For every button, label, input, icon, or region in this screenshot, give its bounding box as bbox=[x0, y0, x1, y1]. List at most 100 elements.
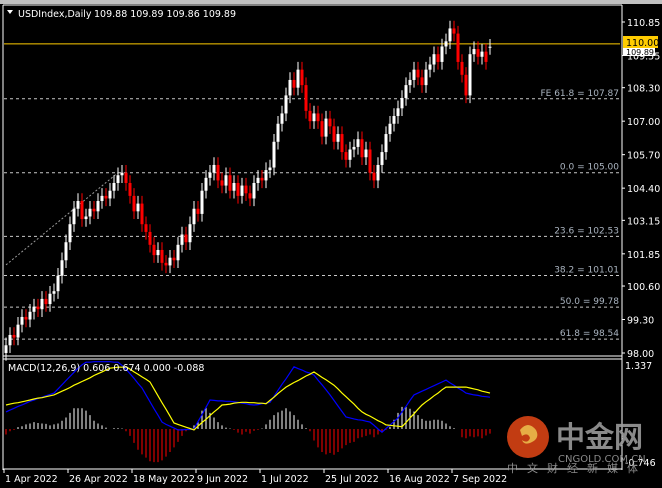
bear-candle-body bbox=[452, 28, 456, 34]
candle bbox=[220, 172, 224, 194]
watermark-tagline: 中文财经新媒体 bbox=[507, 461, 647, 475]
price-tick-label: 100.60 bbox=[627, 282, 660, 293]
candle bbox=[420, 69, 424, 93]
bear-candle-body bbox=[372, 172, 376, 181]
bear-candle-body bbox=[320, 121, 324, 137]
bear-candle-body bbox=[36, 306, 40, 310]
bear-candle-body bbox=[132, 195, 136, 212]
bull-candle-body bbox=[48, 293, 52, 305]
bull-candle-body bbox=[272, 141, 276, 168]
candle bbox=[484, 43, 488, 70]
candle bbox=[300, 61, 304, 93]
window-top-bar bbox=[0, 0, 662, 4]
candle bbox=[296, 61, 300, 96]
ohlc-values: 109.88 109.89 109.86 109.89 bbox=[94, 9, 236, 20]
candle bbox=[40, 291, 44, 317]
bull-candle-body bbox=[396, 108, 400, 117]
price-tick-label: 98.00 bbox=[627, 349, 654, 360]
bear-candle-body bbox=[244, 185, 248, 194]
bear-candle-body bbox=[44, 298, 48, 305]
bear-candle-body bbox=[300, 69, 304, 86]
price-chart[interactable]: FE 61.8 = 107.87 0.0 = 105.00 23.6 = 102.5… bbox=[0, 0, 662, 488]
bull-candle-body bbox=[240, 185, 244, 196]
bear-candle-body bbox=[316, 113, 320, 122]
bull-candle-body bbox=[400, 97, 404, 109]
candle bbox=[436, 46, 440, 70]
candle bbox=[92, 201, 96, 220]
bull-candle-body bbox=[268, 167, 272, 171]
candle bbox=[152, 237, 156, 263]
candle bbox=[176, 237, 180, 268]
candle bbox=[316, 105, 320, 129]
fib-trendline bbox=[5, 172, 119, 266]
candle bbox=[400, 90, 404, 117]
bear-candle-body bbox=[340, 134, 344, 153]
bear-candle-body bbox=[12, 334, 16, 338]
candle bbox=[252, 175, 256, 207]
bull-candle-body bbox=[348, 149, 352, 160]
candle bbox=[324, 110, 328, 145]
bear-candle-body bbox=[308, 110, 312, 122]
candle bbox=[172, 249, 176, 268]
price-tick-label: 101.85 bbox=[627, 250, 660, 261]
macd-label: MACD(12,26,9) 0.606 0.674 0.000 -0.088 bbox=[8, 363, 204, 374]
bull-candle-body bbox=[440, 46, 444, 62]
candle bbox=[136, 195, 140, 220]
candle bbox=[228, 167, 232, 199]
bear-candle-body bbox=[164, 262, 168, 266]
chart-frame bbox=[2, 4, 623, 470]
bull-candle-body bbox=[256, 177, 260, 183]
bull-candle-body bbox=[64, 242, 68, 261]
candle bbox=[120, 164, 124, 183]
time-tick-label: 16 Aug 2022 bbox=[389, 474, 450, 485]
bear-candle-body bbox=[92, 208, 96, 212]
bear-candle-body bbox=[104, 195, 108, 199]
bear-candle-body bbox=[464, 74, 468, 96]
candle bbox=[104, 188, 108, 207]
bull-candle-body bbox=[204, 177, 208, 191]
price-tick-label: 99.30 bbox=[627, 316, 654, 327]
bull-candle-body bbox=[32, 306, 36, 312]
fibonacci-levels[interactable]: FE 61.8 = 107.87 0.0 = 105.00 23.6 = 102.5… bbox=[4, 43, 620, 340]
bull-candle-body bbox=[388, 123, 392, 135]
fib-level-label: 0.0 = 105.00 bbox=[560, 163, 619, 173]
bull-candle-body bbox=[480, 51, 484, 57]
bull-candle-body bbox=[68, 224, 72, 243]
cngold-watermark: 中金网 CNGOLD.COM.CN 中文财经新媒体 bbox=[507, 416, 647, 475]
bull-candle-body bbox=[408, 79, 412, 86]
candle bbox=[12, 327, 16, 346]
bear-candle-body bbox=[152, 244, 156, 256]
candle bbox=[128, 175, 132, 204]
candle bbox=[408, 72, 412, 93]
candle bbox=[372, 164, 376, 189]
bear-candle-body bbox=[184, 234, 188, 243]
candle bbox=[32, 298, 36, 320]
bull-candle-body bbox=[156, 249, 160, 256]
bull-candle-body bbox=[176, 244, 180, 261]
bull-candle-body bbox=[404, 85, 408, 98]
bull-candle-body bbox=[20, 316, 24, 325]
bull-candle-body bbox=[192, 208, 196, 225]
candle bbox=[428, 56, 432, 78]
time-axis: 1 Apr 2022 26 Apr 2022 18 May 2022 9 Jun 20… bbox=[3, 469, 507, 485]
signal-line bbox=[5, 366, 491, 431]
bull-candle-body bbox=[28, 311, 32, 320]
bear-candle-body bbox=[124, 172, 128, 183]
bull-candle-body bbox=[288, 79, 292, 96]
bear-candle-body bbox=[216, 164, 220, 181]
candle bbox=[444, 33, 448, 55]
bull-candle-body bbox=[84, 216, 88, 220]
candle bbox=[236, 175, 240, 204]
bear-candle-body bbox=[260, 177, 264, 181]
candle bbox=[224, 167, 228, 194]
bull-candle-body bbox=[376, 164, 380, 181]
candle bbox=[364, 141, 368, 165]
bull-candle-body bbox=[232, 182, 236, 191]
bull-candle-body bbox=[224, 175, 228, 186]
bear-candle-body bbox=[304, 85, 308, 111]
time-tick-label: 9 Jun 2022 bbox=[197, 474, 248, 485]
candle bbox=[124, 164, 128, 191]
bull-candle-body bbox=[116, 175, 120, 183]
triangle-down-icon[interactable] bbox=[7, 10, 13, 14]
bull-candle-body bbox=[88, 208, 92, 217]
